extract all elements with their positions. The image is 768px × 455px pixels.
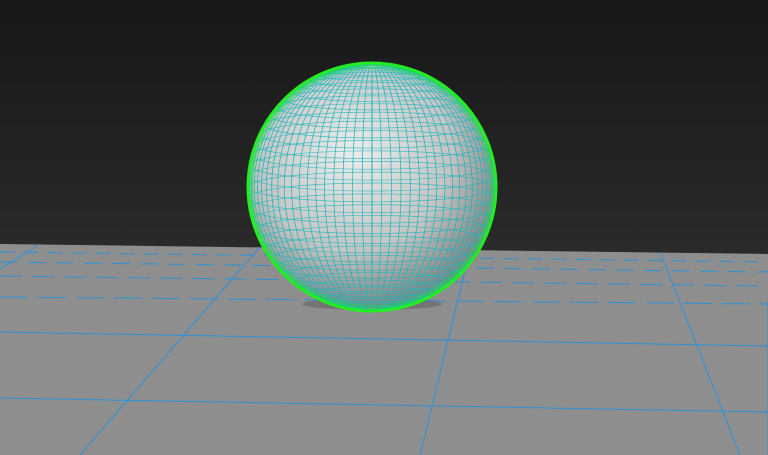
3d-viewport[interactable] [0,0,768,455]
viewport-scene[interactable] [0,0,768,455]
sphere-object[interactable] [246,61,498,313]
